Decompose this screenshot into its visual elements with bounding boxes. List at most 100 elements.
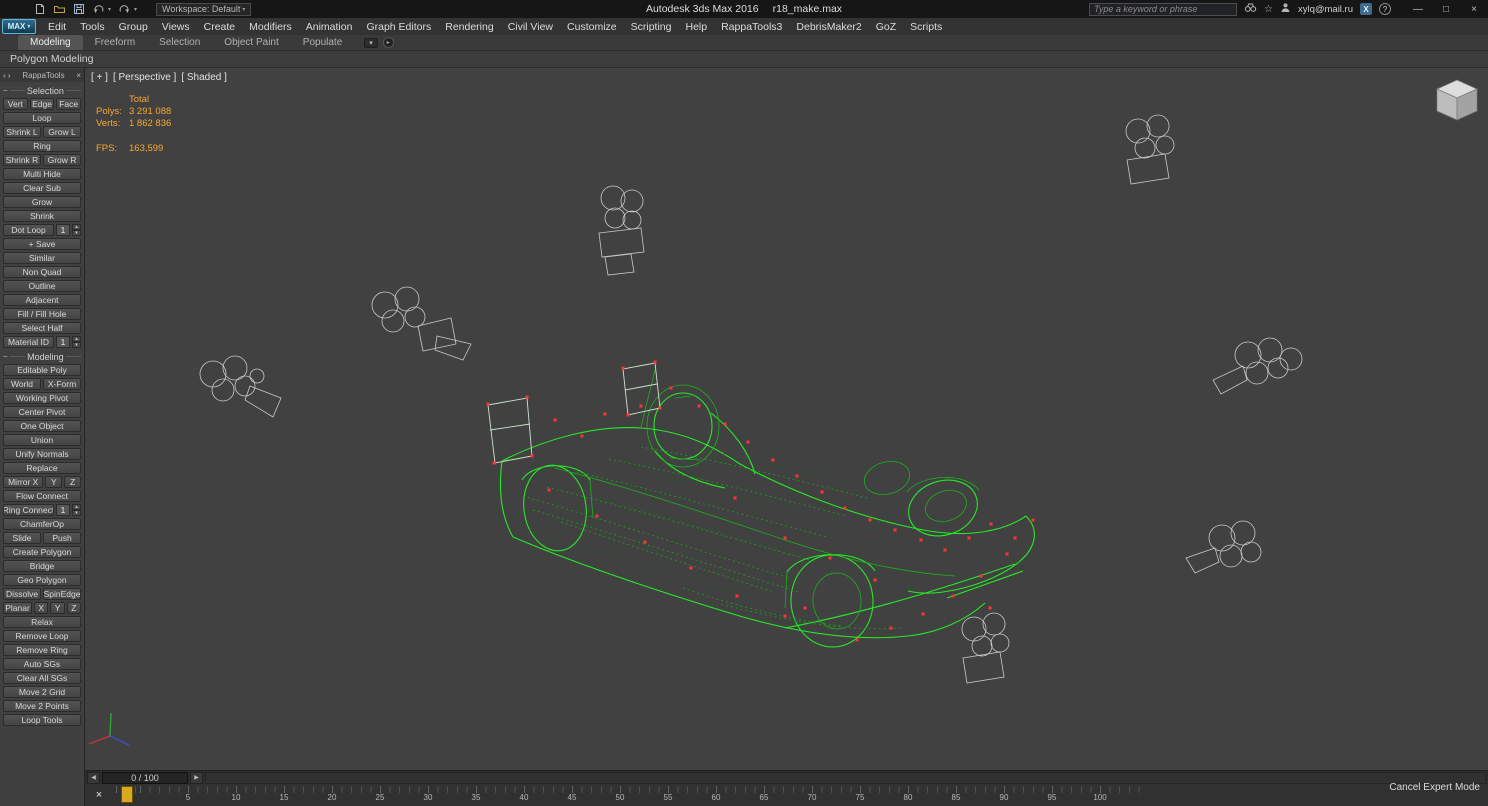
timeline-ruler[interactable]: × 5 10 15 20 25 30 35 40 45 50 55 60 65 70 75 80 85 90 95 1… [85, 784, 1488, 806]
rt-button-shrink[interactable]: Shrink [3, 210, 81, 222]
track-bar[interactable]: ◀ 0 / 100 ▶ [85, 770, 1488, 784]
rt-button-face[interactable]: Face [56, 98, 82, 110]
save-file-icon[interactable] [73, 3, 85, 15]
rt-button-move-2-grid[interactable]: Move 2 Grid [3, 686, 81, 698]
rt-button-loop[interactable]: Loop [3, 112, 81, 124]
rollout-header-modeling[interactable]: − Modeling [3, 350, 82, 363]
rt-button-loop-tools[interactable]: Loop Tools [3, 714, 81, 726]
menu-debrismaker2[interactable]: DebrisMaker2 [789, 18, 868, 35]
menu-scripts[interactable]: Scripts [903, 18, 949, 35]
rt-button-shrink-l[interactable]: Shrink L [3, 126, 41, 138]
viewport-pov-menu[interactable]: [ Perspective ] [113, 72, 176, 83]
user-email[interactable]: xylq@mail.ru [1298, 4, 1353, 15]
ribbon-tab-selection[interactable]: Selection [147, 35, 212, 50]
search-binoculars-icon[interactable] [1244, 2, 1257, 16]
ribbon-tab-populate[interactable]: Populate [291, 35, 354, 50]
ribbon-tab-freeform[interactable]: Freeform [83, 35, 148, 50]
viewcube[interactable] [1436, 79, 1478, 121]
workspace-dropdown[interactable]: Workspace: Default ▾ [156, 2, 252, 16]
rt-button-union[interactable]: Union [3, 434, 81, 446]
panel-scroll-left-icon[interactable]: ‹ › [3, 71, 11, 80]
rt-button-relax[interactable]: Relax [3, 616, 81, 628]
rt-button-clear-sub[interactable]: Clear Sub [3, 182, 81, 194]
rt-button-remove-loop[interactable]: Remove Loop [3, 630, 81, 642]
rt-button-bridge[interactable]: Bridge [3, 560, 81, 572]
rt-button-geo-polygon[interactable]: Geo Polygon [3, 574, 81, 586]
perspective-viewport[interactable]: [ + ] [ Perspective ] [ Shaded ] Total P… [85, 68, 1488, 770]
menu-customize[interactable]: Customize [560, 18, 624, 35]
menu-views[interactable]: Views [155, 18, 197, 35]
menu-civil-view[interactable]: Civil View [501, 18, 560, 35]
rt-button-fill-fill-hole[interactable]: Fill / Fill Hole [3, 308, 81, 320]
menu-rappatools3[interactable]: RappaTools3 [714, 18, 789, 35]
time-slider-handle[interactable] [121, 786, 133, 803]
rt-button-move-2-points[interactable]: Move 2 Points [3, 700, 81, 712]
camera-rigs[interactable] [199, 114, 1303, 684]
rt-button-material-id[interactable]: Material ID [3, 336, 54, 348]
rt-button-outline[interactable]: Outline [3, 280, 81, 292]
cancel-expert-mode-button[interactable]: Cancel Expert Mode [1389, 782, 1480, 793]
application-menu-button[interactable]: MAX ▾ [2, 19, 36, 34]
rt-button-world[interactable]: World [3, 378, 41, 390]
rt-button-ring[interactable]: Ring [3, 140, 81, 152]
rt-button-z[interactable]: Z [64, 476, 81, 488]
selection-flags[interactable] [487, 362, 661, 464]
rt-button-planar[interactable]: Planar [3, 602, 33, 614]
ribbon-minimize-icon[interactable]: ▾ [364, 38, 378, 48]
menu-modifiers[interactable]: Modifiers [242, 18, 299, 35]
previous-frame-button[interactable]: ◀ [87, 771, 100, 784]
rt-button-shrink-r[interactable]: Shrink R [3, 154, 41, 166]
redo-dropdown-icon[interactable]: ▾ [134, 6, 137, 13]
rt-button-editable-poly[interactable]: Editable Poly [3, 364, 81, 376]
redo-icon[interactable] [118, 3, 131, 15]
rt-spinner-value-material-id[interactable]: 1 [56, 336, 70, 348]
maximize-button[interactable]: □ [1432, 0, 1460, 18]
help-icon[interactable]: ? [1379, 3, 1391, 15]
search-input[interactable] [1088, 2, 1237, 16]
menu-animation[interactable]: Animation [299, 18, 360, 35]
menu-tools[interactable]: Tools [73, 18, 112, 35]
track-bar-strip[interactable] [205, 771, 1486, 784]
rt-button-edge[interactable]: Edge [29, 98, 55, 110]
rt-spinner-value-dot-loop[interactable]: 1 [56, 224, 70, 236]
ribbon-options-icon[interactable]: ▸ [382, 37, 394, 48]
rt-button-y[interactable]: Y [45, 476, 63, 488]
rt-button-non-quad[interactable]: Non Quad [3, 266, 81, 278]
ribbon-tab-modeling[interactable]: Modeling [18, 35, 83, 50]
menu-create[interactable]: Create [197, 18, 243, 35]
timeline-close-icon[interactable]: × [91, 787, 107, 802]
close-button[interactable]: × [1460, 0, 1488, 18]
rt-button-create-polygon[interactable]: Create Polygon [3, 546, 81, 558]
rt-button-remove-ring[interactable]: Remove Ring [3, 644, 81, 656]
rt-button-clear-all-sgs[interactable]: Clear All SGs [3, 672, 81, 684]
next-frame-button[interactable]: ▶ [190, 771, 203, 784]
rt-button-working-pivot[interactable]: Working Pivot [3, 392, 81, 404]
undo-icon[interactable] [92, 3, 105, 15]
rt-button-grow[interactable]: Grow [3, 196, 81, 208]
rt-spinner-value-ring-connect[interactable]: 1 [56, 504, 70, 516]
menu-help[interactable]: Help [678, 18, 714, 35]
viewport-general-menu[interactable]: [ + ] [91, 72, 108, 83]
rt-button-save[interactable]: + Save [3, 238, 81, 250]
rt-button-ring-connect[interactable]: Ring Connect [3, 504, 54, 516]
favorites-star-icon[interactable]: ☆ [1264, 4, 1273, 15]
rt-button-adjacent[interactable]: Adjacent [3, 294, 81, 306]
rt-button-auto-sgs[interactable]: Auto SGs [3, 658, 81, 670]
rt-button-flow-connect[interactable]: Flow Connect [3, 490, 81, 502]
rt-button-one-object[interactable]: One Object [3, 420, 81, 432]
rt-button-chamferop[interactable]: ChamferOp [3, 518, 81, 530]
rt-button-slide[interactable]: Slide [3, 532, 41, 544]
rollout-header-selection[interactable]: − Selection [3, 84, 82, 97]
undo-dropdown-icon[interactable]: ▾ [108, 6, 111, 13]
open-file-icon[interactable] [53, 3, 66, 15]
rt-button-spinedge[interactable]: SpinEdge [43, 588, 81, 600]
rt-spinner-arrows-ring-connect[interactable]: ▴ ▾ [72, 504, 81, 516]
rt-button-select-half[interactable]: Select Half [3, 322, 81, 334]
rt-button-x-form[interactable]: X-Form [43, 378, 81, 390]
rt-button-z[interactable]: Z [66, 602, 82, 614]
rt-button-push[interactable]: Push [43, 532, 81, 544]
rt-button-replace[interactable]: Replace [3, 462, 81, 474]
menu-edit[interactable]: Edit [41, 18, 73, 35]
rt-button-x[interactable]: X [34, 602, 49, 614]
exchange-apps-icon[interactable]: X [1360, 3, 1372, 15]
